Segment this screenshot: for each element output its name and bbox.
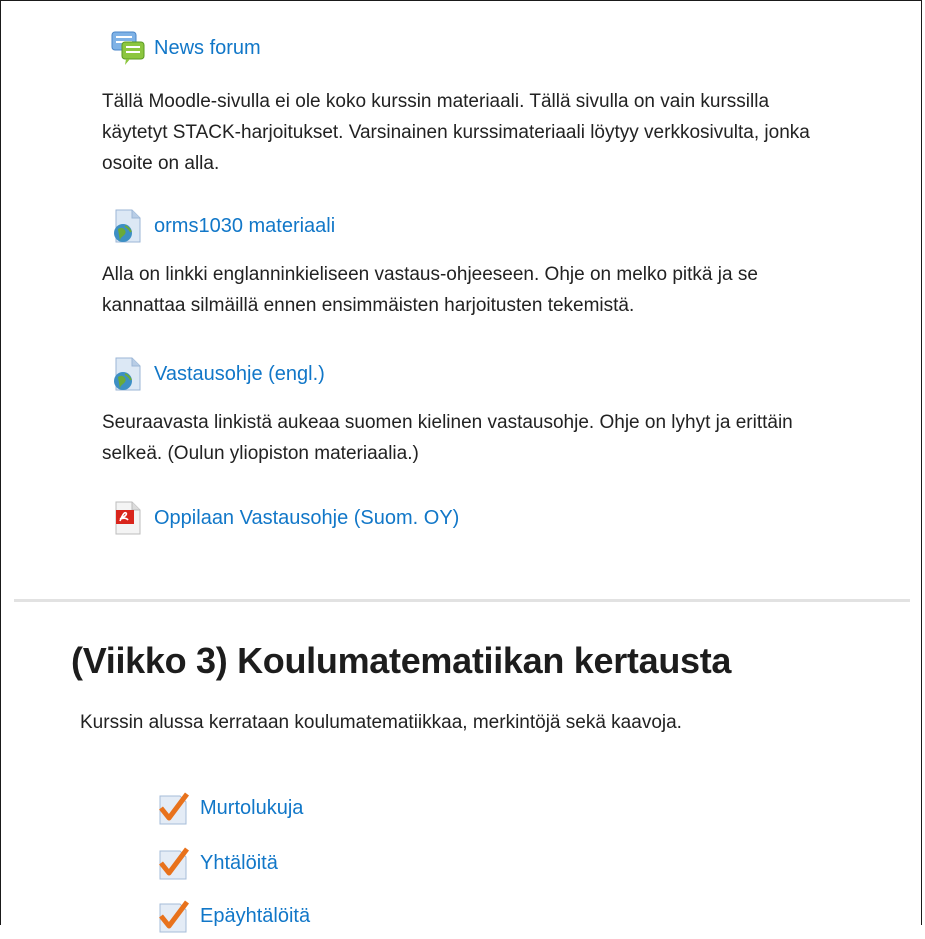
finnish-guide-label: Seuraavasta linkistä aukeaa suomen kieli… <box>102 412 793 464</box>
activity-oppilaan-vastausohje[interactable]: Oppilaan Vastausohje (Suom. OY) <box>110 500 459 536</box>
quiz-epayhtaloita-link[interactable]: Epäyhtälöitä <box>200 904 310 928</box>
news-forum-link[interactable]: News forum <box>154 36 261 60</box>
quiz-murtolukuja-link[interactable]: Murtolukuja <box>200 796 303 820</box>
pdf-icon <box>110 500 146 536</box>
quiz-yhtaloita-link[interactable]: Yhtälöitä <box>200 851 278 875</box>
vastausohje-engl-link[interactable]: Vastausohje (engl.) <box>154 362 325 386</box>
url-globe-icon <box>110 356 146 392</box>
intro-label: Tällä Moodle-sivulla ei ole koko kurssin… <box>102 91 810 174</box>
forum-icon <box>110 30 146 66</box>
activity-quiz-murtolukuja[interactable]: Murtolukuja <box>156 790 303 826</box>
activity-news-forum[interactable]: News forum <box>110 30 261 66</box>
section-divider <box>14 599 910 602</box>
quiz-check-icon <box>156 898 192 934</box>
quiz-check-icon <box>156 790 192 826</box>
quiz-check-icon <box>156 845 192 881</box>
oppilaan-vastausohje-link[interactable]: Oppilaan Vastausohje (Suom. OY) <box>154 506 459 530</box>
activity-quiz-yhtaloita[interactable]: Yhtälöitä <box>156 845 278 881</box>
activity-quiz-epayhtaloita[interactable]: Epäyhtälöitä <box>156 898 310 934</box>
english-guide-label: Alla on linkki englanninkieliseen vastau… <box>102 264 758 316</box>
activity-vastausohje-engl[interactable]: Vastausohje (engl.) <box>110 356 325 392</box>
section-title: (Viikko 3) Koulumatematiikan kertausta <box>71 640 732 681</box>
section-summary: Kurssin alussa kerrataan koulumatematiik… <box>80 712 682 733</box>
url-globe-icon <box>110 208 146 244</box>
activity-orms1030[interactable]: orms1030 materiaali <box>110 208 335 244</box>
orms1030-link[interactable]: orms1030 materiaali <box>154 214 335 238</box>
